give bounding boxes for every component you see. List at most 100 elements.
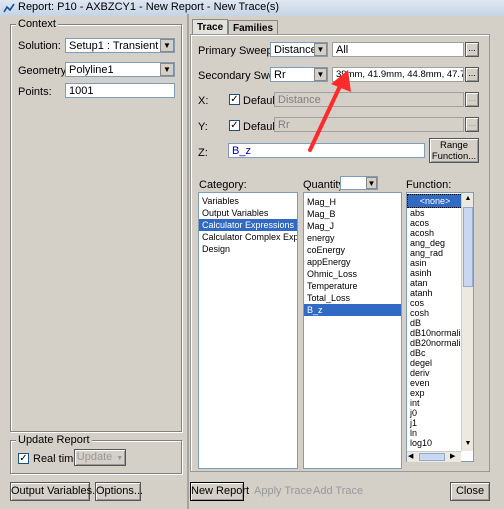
list-item[interactable]: acos (407, 218, 463, 228)
list-item[interactable]: Calculator Expressions (199, 219, 297, 231)
geometry-dropdown-arrow[interactable]: ▼ (160, 63, 174, 76)
list-item[interactable]: Mag_H (304, 196, 401, 208)
new-report-button[interactable]: New Report (190, 482, 249, 501)
apply-trace-button[interactable]: Apply Trace (253, 482, 312, 501)
solution-value: Setup1 : Transient (69, 40, 159, 52)
quantity-filter-arrow[interactable]: ▼ (366, 177, 377, 189)
list-item[interactable]: Design (199, 243, 297, 255)
scroll-up-icon[interactable]: ▲ (463, 194, 473, 204)
list-item[interactable]: Total_Loss (304, 292, 401, 304)
list-item[interactable]: Mag_B (304, 208, 401, 220)
list-item[interactable]: <none> (407, 194, 463, 208)
list-item[interactable]: exp (407, 388, 463, 398)
scroll-down-icon[interactable]: ▼ (463, 439, 473, 449)
primary-sweep-edit-button[interactable]: ... (465, 42, 479, 57)
x-default-checkbox[interactable]: ✓ (229, 94, 240, 105)
primary-sweep-value: Distance (274, 44, 317, 56)
y-default-checkbox[interactable]: ✓ (229, 120, 240, 131)
solution-label: Solution: (18, 40, 61, 52)
points-input[interactable]: 1001 (65, 83, 175, 98)
list-item[interactable]: Ohmic_Loss (304, 268, 401, 280)
geometry-label: Geometry: (18, 65, 70, 77)
function-vertical-scrollbar[interactable]: ▲ ▼ (461, 193, 473, 451)
z-label: Z: (198, 147, 208, 159)
list-item[interactable]: ang_deg (407, 238, 463, 248)
list-item[interactable]: deriv (407, 368, 463, 378)
chevron-down-icon: ▼ (116, 455, 124, 462)
list-item[interactable]: coEnergy (304, 244, 401, 256)
range-function-button[interactable]: Range Function... (429, 138, 479, 163)
list-item[interactable]: even (407, 378, 463, 388)
secondary-sweep-edit-button[interactable]: ... (465, 67, 479, 82)
geometry-value: Polyline1 (69, 64, 114, 76)
tab-trace[interactable]: Trace (192, 19, 229, 35)
chevron-down-icon: ▼ (316, 45, 325, 54)
primary-sweep-arrow[interactable]: ▼ (314, 43, 327, 56)
add-trace-button[interactable]: Add Trace (312, 482, 363, 501)
list-item[interactable]: dBc (407, 348, 463, 358)
solution-dropdown-arrow[interactable]: ▼ (160, 39, 174, 52)
geometry-dropdown[interactable]: Polyline1 (65, 62, 175, 77)
output-variables-button[interactable]: Output Variables... (10, 482, 101, 501)
y-edit-button[interactable]: ... (465, 117, 479, 132)
solution-dropdown[interactable]: Setup1 : Transient (65, 38, 175, 53)
primary-sweep-range: All (332, 42, 464, 57)
points-label: Points: (18, 86, 52, 98)
scroll-thumb[interactable] (419, 453, 445, 461)
list-item[interactable]: abs (407, 208, 463, 218)
realtime-checkbox[interactable]: ✓ (18, 453, 29, 464)
list-item[interactable]: j0 (407, 408, 463, 418)
list-item[interactable]: log10 (407, 438, 463, 448)
x-edit-button[interactable]: ... (465, 92, 479, 107)
chevron-down-icon: ▼ (163, 65, 171, 74)
list-item[interactable]: dB20normalize (407, 338, 470, 348)
list-item[interactable]: ang_rad (407, 248, 463, 258)
category-list[interactable]: Variables Output Variables Calculator Ex… (198, 192, 298, 469)
list-item[interactable]: appEnergy (304, 256, 401, 268)
list-item[interactable]: Output Variables (199, 207, 297, 219)
list-item[interactable]: degel (407, 358, 463, 368)
update-button[interactable]: Update ▼ (74, 449, 126, 466)
x-label: X: (198, 95, 209, 107)
check-icon: ✓ (230, 93, 239, 105)
function-label: Function: (406, 179, 452, 191)
list-item[interactable]: Mag_J (304, 220, 401, 232)
list-item[interactable]: Temperature (304, 280, 401, 292)
points-value: 1001 (69, 85, 94, 97)
window-title: Report: P10 - AXBZCY1 - New Report - New… (18, 1, 280, 13)
primary-sweep-label: Primary Sweep: (198, 45, 276, 57)
list-item[interactable]: dB10normalize (407, 328, 470, 338)
annotation-arrow (308, 70, 351, 152)
list-item[interactable]: dB (407, 318, 463, 328)
scroll-right-icon[interactable]: ▶ (450, 452, 459, 462)
update-button-label: Update (76, 451, 113, 463)
scroll-thumb[interactable] (463, 207, 473, 287)
close-button[interactable]: Close (450, 482, 490, 501)
list-item[interactable]: Variables (199, 195, 297, 207)
list-item[interactable]: atanh (407, 288, 463, 298)
quantity-list[interactable]: Mag_H Mag_B Mag_J energy coEnergy appEne… (303, 192, 402, 469)
list-item[interactable]: ln (407, 428, 463, 438)
options-button[interactable]: Options... (95, 482, 143, 501)
chevron-down-icon: ▼ (367, 178, 376, 188)
list-item[interactable]: B_z (304, 304, 401, 316)
list-item[interactable]: asinh (407, 268, 463, 278)
list-item[interactable]: cos (407, 298, 463, 308)
function-horizontal-scrollbar[interactable]: ◀ ▶ (407, 451, 461, 462)
list-item[interactable]: asin (407, 258, 463, 268)
list-item[interactable]: j1 (407, 418, 463, 428)
check-icon: ✓ (19, 452, 28, 464)
title-bar: Report: P10 - AXBZCY1 - New Report - New… (0, 0, 504, 16)
list-item[interactable]: Calculator Complex Expre (199, 231, 297, 243)
scroll-left-icon[interactable]: ◀ (408, 452, 417, 462)
list-item[interactable]: energy (304, 232, 401, 244)
ellipsis-label: ... (468, 43, 476, 53)
list-item[interactable]: cosh (407, 308, 463, 318)
list-item[interactable]: int (407, 398, 463, 408)
chevron-down-icon: ▼ (163, 41, 171, 50)
secondary-sweep-value: Rr (274, 69, 286, 81)
list-item[interactable]: atan (407, 278, 463, 288)
ellipsis-label: ... (468, 118, 476, 128)
y-label: Y: (198, 121, 208, 133)
list-item[interactable]: acosh (407, 228, 463, 238)
